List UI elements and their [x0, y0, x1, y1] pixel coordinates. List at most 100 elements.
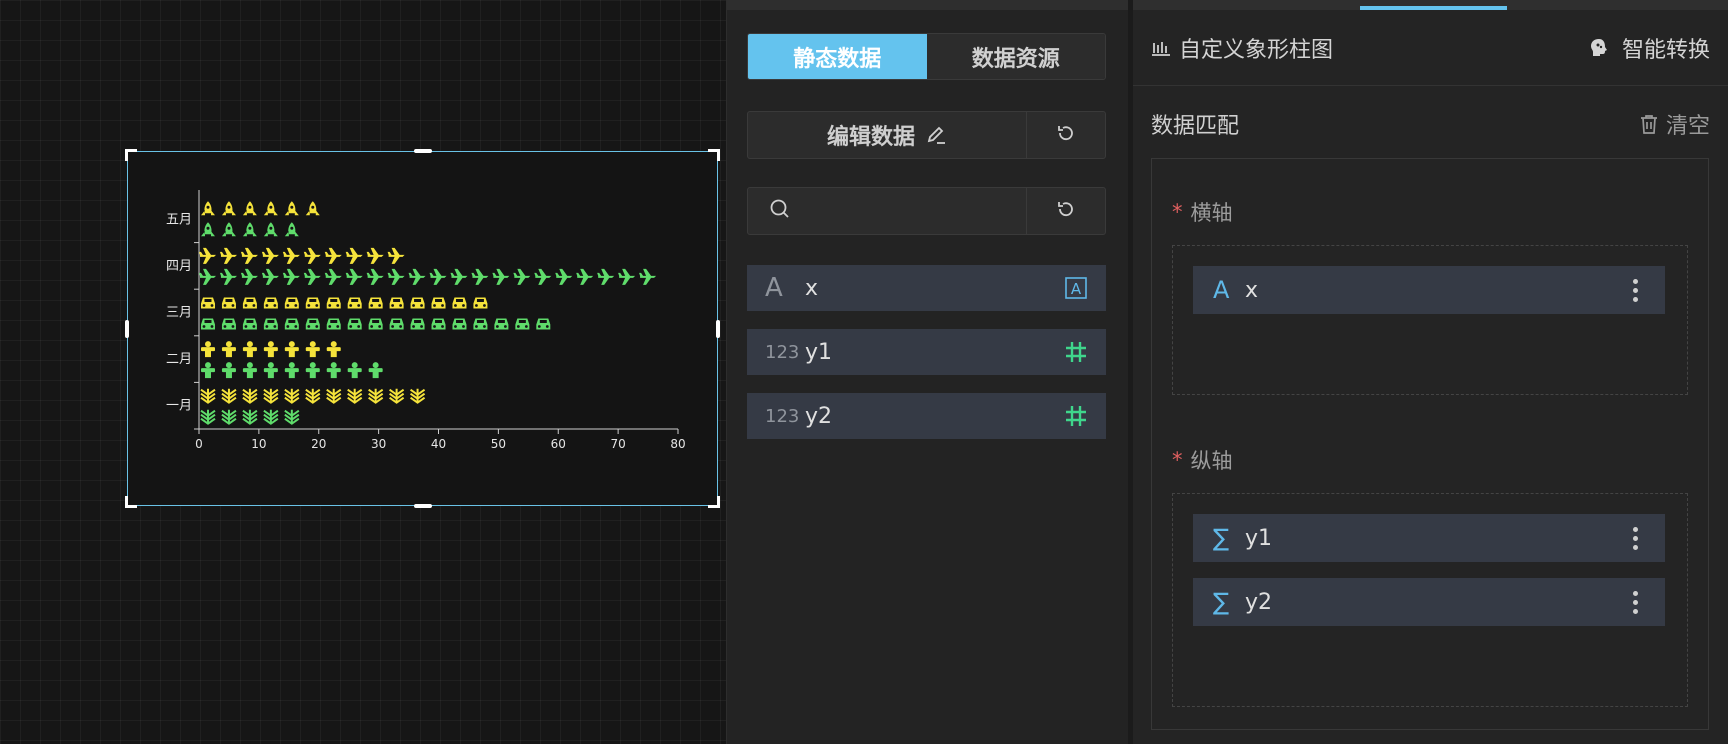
brain-icon: [1588, 37, 1610, 59]
y-axis-drop-zone[interactable]: ∑ y1 ∑ y2: [1172, 493, 1688, 707]
plane-icon: [199, 268, 216, 285]
car-icon: [221, 297, 236, 309]
editor-canvas[interactable]: 0 10 20 30 40 50 60 70 80 一月 二月 三月 四月 五月: [0, 0, 726, 744]
clear-button[interactable]: 清空: [1638, 108, 1710, 140]
car-icon: [326, 318, 341, 330]
resize-handle-bottom-right[interactable]: [708, 496, 720, 508]
field-name: x: [805, 275, 819, 301]
wheat-icon: [347, 388, 363, 404]
person-icon: [305, 362, 320, 379]
refresh-data-button[interactable]: [1027, 112, 1105, 158]
plane-icon: [387, 268, 405, 285]
required-mark: *: [1172, 200, 1183, 224]
resize-handle-top-right[interactable]: [708, 149, 720, 161]
chart-widget-frame[interactable]: 0 10 20 30 40 50 60 70 80 一月 二月 三月 四月 五月: [125, 149, 720, 508]
refresh-fields-button[interactable]: [1027, 188, 1105, 234]
car-icon: [242, 318, 257, 330]
resize-handle-bottom[interactable]: [413, 504, 432, 508]
number-type-icon: [1064, 404, 1088, 428]
y-category-label: 五月: [166, 212, 192, 227]
y-axis-field-chip-y1[interactable]: ∑ y1: [1193, 514, 1665, 562]
rocket-icon: [284, 222, 299, 237]
wheat-icon: [305, 388, 321, 404]
field-item-x[interactable]: A x A: [747, 265, 1106, 311]
person-icon: [263, 341, 278, 358]
field-search-input[interactable]: [802, 200, 1022, 222]
car-icon: [284, 318, 299, 330]
wheat-icon: [389, 388, 405, 404]
resize-handle-right[interactable]: [716, 319, 720, 338]
more-options-icon[interactable]: [1625, 525, 1645, 552]
pictorial-bar-icon: [1151, 38, 1171, 58]
car-icon: [347, 297, 362, 309]
x-tick-label: 50: [491, 437, 506, 451]
plane-icon: [471, 268, 489, 285]
x-axis-label-text: 横轴: [1190, 201, 1233, 225]
car-icon: [263, 318, 278, 330]
car-icon: [368, 297, 383, 309]
chart-type-label: 自定义象形柱图: [1179, 37, 1334, 63]
plane-icon: [345, 268, 363, 285]
car-icon: [515, 318, 530, 330]
plane-icon: [639, 268, 657, 285]
rocket-icon: [263, 201, 278, 216]
person-icon: [368, 362, 383, 379]
tab-data-resource[interactable]: 数据资源: [926, 34, 1105, 79]
more-options-icon[interactable]: [1625, 277, 1645, 304]
field-item-y2[interactable]: 123 y2: [747, 393, 1106, 439]
more-options-icon[interactable]: [1625, 589, 1645, 616]
wheat-icon: [368, 388, 384, 404]
person-icon: [201, 341, 215, 358]
plane-icon: [261, 247, 279, 264]
car-icon: [263, 297, 278, 309]
car-icon: [201, 318, 215, 330]
clear-label: 清空: [1665, 114, 1710, 139]
chart-type-title: 自定义象形柱图: [1151, 32, 1333, 64]
person-icon: [326, 362, 341, 379]
search-icon: [768, 197, 792, 225]
x-axis-drop-zone[interactable]: A x: [1172, 245, 1688, 395]
wheat-icon: [284, 388, 300, 404]
x-tick-label: 80: [670, 437, 685, 451]
smart-convert-button[interactable]: 智能转换: [1588, 32, 1710, 64]
resize-handle-top[interactable]: [413, 149, 432, 153]
data-match-header: 数据匹配 清空: [1151, 106, 1710, 142]
smart-convert-label: 智能转换: [1621, 37, 1710, 63]
resize-handle-left[interactable]: [125, 319, 129, 338]
x-tick-label: 60: [551, 437, 566, 451]
chip-field-name: y2: [1245, 589, 1273, 615]
config-header: 自定义象形柱图 智能转换: [1133, 10, 1728, 86]
field-name: y1: [805, 339, 833, 365]
car-icon: [452, 318, 467, 330]
plane-icon: [492, 268, 510, 285]
car-icon: [284, 297, 299, 309]
edit-data-button[interactable]: 编辑数据: [748, 112, 1027, 158]
car-icon: [347, 318, 362, 330]
plane-icon: [345, 247, 363, 264]
plane-icon: [366, 268, 384, 285]
person-icon: [305, 341, 320, 358]
y-category-label: 二月: [166, 352, 192, 367]
wheat-icon: [326, 388, 342, 404]
resize-handle-bottom-left[interactable]: [125, 496, 137, 508]
number-field-type-icon: 123: [765, 405, 800, 427]
plane-icon: [219, 268, 237, 285]
sum-icon: ∑: [1213, 524, 1230, 552]
y-axis-field-chip-y2[interactable]: ∑ y2: [1193, 578, 1665, 626]
text-type-icon: A: [1064, 276, 1088, 300]
plane-icon: [240, 268, 258, 285]
svg-text:A: A: [1071, 280, 1082, 298]
wheat-icon: [221, 409, 237, 425]
x-tick-label: 40: [431, 437, 446, 451]
wheat-icon: [242, 409, 258, 425]
resize-handle-top-left[interactable]: [125, 149, 137, 161]
field-item-y1[interactable]: 123 y1: [747, 329, 1106, 375]
tab-static-data[interactable]: 静态数据: [748, 34, 927, 79]
wheat-icon: [200, 388, 216, 404]
plane-icon: [240, 247, 258, 264]
rocket-icon: [305, 201, 320, 216]
wheat-icon: [242, 388, 258, 404]
wheat-icon: [263, 388, 279, 404]
x-axis-field-chip[interactable]: A x: [1193, 266, 1665, 314]
x-tick-label: 0: [195, 437, 203, 451]
